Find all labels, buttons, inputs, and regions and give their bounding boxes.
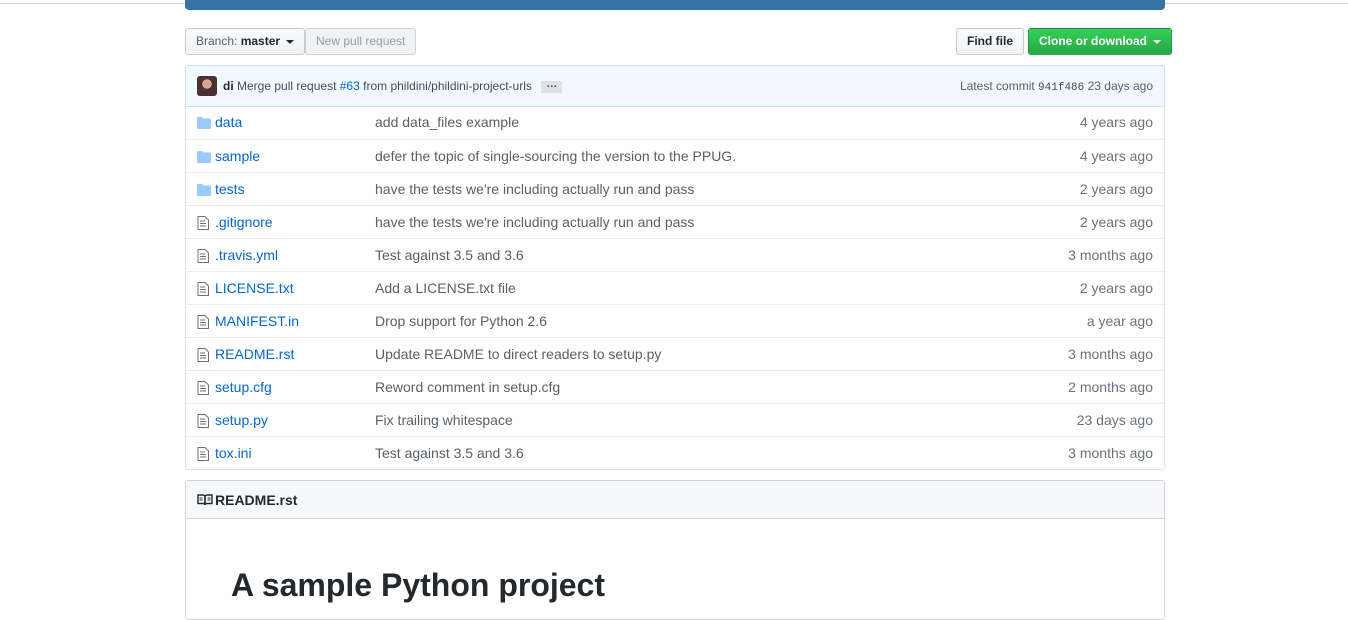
file-commit-message-link[interactable]: Add a LICENSE.txt file <box>375 280 516 296</box>
file-row: .travis.yml Test against 3.5 and 3.6 3 mon… <box>186 238 1164 271</box>
file-row: .gitignore have the tests we're including… <box>186 205 1164 238</box>
commit-age: 23 days ago <box>1088 79 1153 93</box>
file-row: README.rst Update README to direct reader… <box>186 337 1164 370</box>
branch-select-button[interactable]: Branch: master <box>185 28 305 55</box>
file-age: 4 years ago <box>1080 148 1153 164</box>
book-icon <box>197 494 213 509</box>
file-name-link[interactable]: tests <box>215 181 245 197</box>
file-name-link[interactable]: tox.ini <box>215 445 252 461</box>
clone-download-label: Clone or download <box>1039 34 1147 48</box>
caret-down-icon <box>286 40 294 44</box>
readme-header: README.rst <box>186 481 1164 519</box>
file-commit-message-link[interactable]: Drop support for Python 2.6 <box>375 313 547 329</box>
file-row: MANIFEST.in Drop support for Python 2.6 a … <box>186 304 1164 337</box>
file-commit-message-link[interactable]: have the tests we're including actually … <box>375 214 694 230</box>
file-name-link[interactable]: data <box>215 114 242 130</box>
file-icon <box>197 216 209 233</box>
commit-message-prefix[interactable]: Merge pull request <box>237 79 336 93</box>
file-age: 2 years ago <box>1080 214 1153 230</box>
file-commit-message-link[interactable]: Reword comment in setup.cfg <box>375 379 560 395</box>
file-name-link[interactable]: README.rst <box>215 346 294 362</box>
readme-heading: A sample Python project <box>231 567 605 604</box>
file-age: 2 years ago <box>1080 181 1153 197</box>
readme-box: README.rst A sample Python project <box>185 480 1165 620</box>
file-name-link[interactable]: sample <box>215 148 260 164</box>
folder-icon <box>197 150 211 166</box>
avatar[interactable] <box>197 76 217 96</box>
file-commit-message-link[interactable]: Fix trailing whitespace <box>375 412 513 428</box>
file-row: tests have the tests we're including actu… <box>186 172 1164 205</box>
folder-icon <box>197 183 211 199</box>
file-row: setup.py Fix trailing whitespace 23 days a… <box>186 403 1164 436</box>
file-name-link[interactable]: setup.cfg <box>215 379 272 395</box>
file-name-link[interactable]: MANIFEST.in <box>215 313 299 329</box>
file-commit-message-link[interactable]: add data_files example <box>375 114 519 130</box>
file-name-link[interactable]: .gitignore <box>215 214 273 230</box>
folder-icon <box>197 116 211 132</box>
latest-commit-bar: di Merge pull request #63 from phildini/… <box>185 65 1165 107</box>
file-list: dataadd data_files example4 years agosam… <box>185 106 1165 470</box>
new-pull-request-button[interactable]: New pull request <box>305 28 416 55</box>
pull-request-link[interactable]: #63 <box>340 79 360 93</box>
find-file-button[interactable]: Find file <box>956 28 1024 55</box>
file-commit-message-link[interactable]: Test against 3.5 and 3.6 <box>375 445 524 461</box>
file-name-link[interactable]: setup.py <box>215 412 268 428</box>
file-icon <box>197 348 209 365</box>
readme-title: README.rst <box>215 492 297 508</box>
file-icon <box>197 381 209 398</box>
file-name-link[interactable]: .travis.yml <box>215 247 278 263</box>
file-icon <box>197 414 209 431</box>
file-commit-message-link[interactable]: Update README to direct readers to setup… <box>375 346 661 362</box>
file-row: sample defer the topic of single-sourcing… <box>186 139 1164 172</box>
file-age: 3 months ago <box>1068 346 1153 362</box>
file-row: LICENSE.txt Add a LICENSE.txt file 2 years… <box>186 271 1164 304</box>
file-age: a year ago <box>1087 313 1153 329</box>
file-icon <box>197 315 209 332</box>
file-age: 23 days ago <box>1077 412 1153 428</box>
file-row: setup.cfg Reword comment in setup.cfg 2 mo… <box>186 370 1164 403</box>
branch-prefix: Branch: <box>196 34 237 48</box>
file-commit-message-link[interactable]: have the tests we're including actually … <box>375 181 694 197</box>
commit-author[interactable]: di <box>223 79 234 93</box>
file-age: 4 years ago <box>1080 114 1153 130</box>
caret-down-icon <box>1153 40 1161 44</box>
file-name-link[interactable]: LICENSE.txt <box>215 280 294 296</box>
file-age: 2 years ago <box>1080 280 1153 296</box>
file-row: tox.ini Test against 3.5 and 3.6 3 months … <box>186 436 1164 469</box>
file-commit-message-link[interactable]: Test against 3.5 and 3.6 <box>375 247 524 263</box>
commit-sha-link[interactable]: 941f486 <box>1038 82 1084 94</box>
file-age: 3 months ago <box>1068 247 1153 263</box>
branch-name: master <box>241 34 280 48</box>
file-row: data add data_files example 4 years ago <box>186 106 1164 139</box>
file-icon <box>197 447 209 464</box>
latest-commit-label: Latest commit <box>960 79 1035 93</box>
file-age: 2 months ago <box>1068 379 1153 395</box>
file-icon <box>197 249 209 266</box>
clone-download-button[interactable]: Clone or download <box>1028 28 1172 55</box>
file-age: 3 months ago <box>1068 445 1153 461</box>
language-bar[interactable] <box>185 0 1165 10</box>
commit-message-suffix[interactable]: from phildini/phildini-project-urls <box>363 79 532 93</box>
file-commit-message-link[interactable]: defer the topic of single-sourcing the v… <box>375 148 736 164</box>
file-icon <box>197 282 209 299</box>
expand-commit-button[interactable]: … <box>541 81 562 93</box>
